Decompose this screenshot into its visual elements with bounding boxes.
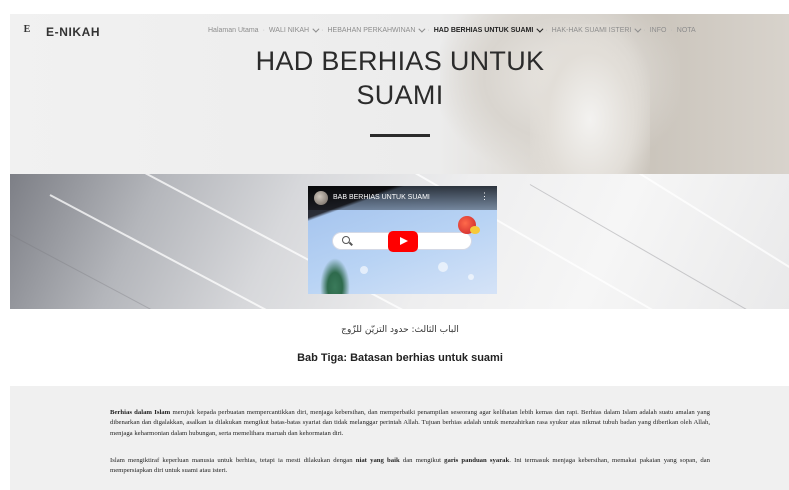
- nav-separator: ·: [643, 27, 646, 34]
- nav-item-info[interactable]: INFO: [650, 27, 667, 34]
- page-title-line-1: HAD BERHIAS UNTUK: [255, 46, 545, 76]
- nav-item-halaman-utama[interactable]: Halaman Utama: [208, 27, 259, 34]
- video-title[interactable]: BAB BERHIAS UNTUK SUAMI: [333, 194, 430, 201]
- nav-item-had-berhias-untuk-suami[interactable]: HAD BERHIAS UNTUK SUAMI: [434, 25, 544, 34]
- search-icon: [342, 236, 350, 244]
- article-paragraph-2: Islam mengiktiraf keperluan manusia untu…: [110, 456, 710, 477]
- decor-bubble: [360, 266, 368, 274]
- paragraph-text: dan mengikut: [399, 457, 445, 464]
- article-body: Berhias dalam Islam merujuk kepada perbu…: [10, 386, 789, 490]
- nav-item-nota[interactable]: NOTA: [677, 27, 696, 34]
- seaweed-illustration: [320, 258, 350, 294]
- chevron-down-icon: [312, 25, 320, 33]
- paragraph-text: Islam mengiktiraf keperluan manusia untu…: [110, 457, 356, 464]
- chevron-down-icon: [634, 25, 642, 33]
- arabic-chapter-heading: الباب الثالث: حدود التزيّن للزّوج: [341, 325, 459, 335]
- nav-item-hak-hak-suami-isteri[interactable]: HAK-HAK SUAMI ISTERI: [552, 25, 642, 34]
- decor-bubble: [468, 274, 474, 280]
- main-nav: Halaman Utama · WALI NIKAH · HEBAHAN PER…: [208, 25, 696, 34]
- embedded-video-player[interactable]: BAB BERHIAS UNTUK SUAMI ⋮: [308, 186, 497, 294]
- decor-bubble: [438, 262, 448, 272]
- nav-separator: ·: [427, 27, 430, 34]
- page-title-line-2: SUAMI: [356, 80, 444, 110]
- paragraph-text: merujuk kepada perbuatan mempercantikkan…: [110, 409, 711, 437]
- article-paragraph-1: Berhias dalam Islam merujuk kepada perbu…: [110, 408, 710, 439]
- nav-separator: ·: [670, 27, 673, 34]
- paragraph-lead-bold: Berhias dalam Islam: [110, 409, 171, 416]
- background-stripe: [529, 184, 789, 309]
- chevron-down-icon: [418, 25, 426, 33]
- nav-separator: ·: [321, 27, 324, 34]
- nav-separator: ·: [262, 27, 265, 34]
- video-header: BAB BERHIAS UNTUK SUAMI ⋮: [308, 186, 497, 210]
- emphasis-bold: garis panduan syarak: [444, 457, 510, 464]
- channel-avatar[interactable]: [314, 191, 328, 205]
- nav-item-wali-nikah[interactable]: WALI NIKAH: [269, 25, 320, 34]
- site-logo-icon[interactable]: E: [19, 25, 35, 38]
- cartoon-mascot-accent: [470, 226, 480, 234]
- nav-separator: ·: [545, 27, 548, 34]
- nav-item-hebahan-perkahwinan[interactable]: HEBAHAN PERKAHWINAN: [327, 25, 426, 34]
- background-stripe: [609, 174, 789, 309]
- site-brand[interactable]: E-NIKAH: [46, 25, 100, 39]
- title-underline-divider: [370, 134, 430, 137]
- chapter-heading: Bab Tiga: Batasan berhias untuk suami: [297, 352, 503, 364]
- more-options-icon[interactable]: ⋮: [480, 192, 489, 201]
- emphasis-bold: niat yang baik: [355, 457, 400, 464]
- play-button-icon[interactable]: [388, 231, 418, 252]
- chevron-down-icon: [536, 25, 544, 33]
- page-title: HAD BERHIAS UNTUK SUAMI: [230, 44, 570, 112]
